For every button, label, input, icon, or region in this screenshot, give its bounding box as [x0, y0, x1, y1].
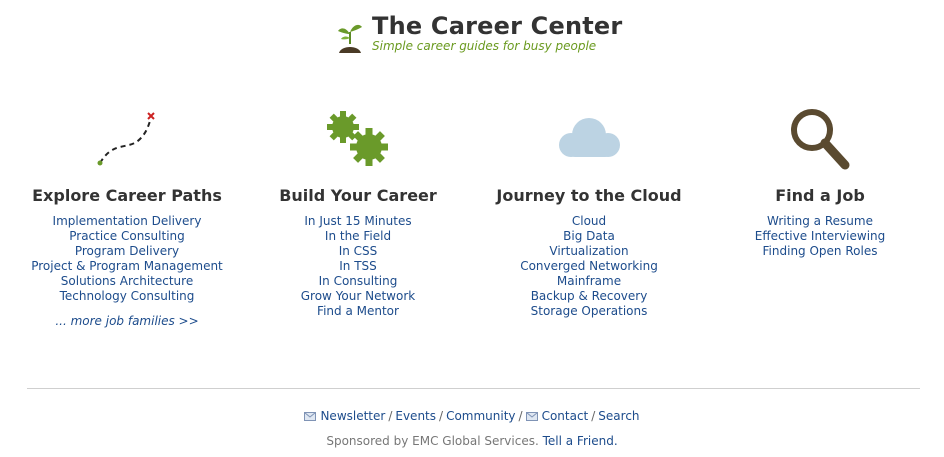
link-program-delivery[interactable]: Program Delivery [12, 244, 242, 259]
link-project-program-management[interactable]: Project & Program Management [12, 259, 242, 274]
link-list: Writing a Resume Effective Interviewing … [705, 214, 935, 259]
tell-a-friend-link[interactable]: Tell a Friend. [543, 434, 618, 448]
footer-link-newsletter[interactable]: Newsletter [320, 409, 385, 423]
footer-link-search[interactable]: Search [598, 409, 639, 423]
link-effective-interviewing[interactable]: Effective Interviewing [705, 229, 935, 244]
link-technology-consulting[interactable]: Technology Consulting [12, 289, 242, 304]
more-job-families-link[interactable]: ... more job families >> [12, 314, 242, 328]
column-explore-career-paths: Explore Career Paths Implementation Deli… [12, 100, 242, 328]
link-big-data[interactable]: Big Data [474, 229, 704, 244]
column-journey-to-the-cloud: Journey to the Cloud Cloud Big Data Virt… [474, 100, 704, 319]
dotted-path-icon [12, 100, 242, 178]
footer-nav: Newsletter / Events / Community / Contact / Sea… [0, 409, 944, 423]
gears-icon [243, 100, 473, 178]
link-find-a-mentor[interactable]: Find a Mentor [243, 304, 473, 319]
link-grow-your-network[interactable]: Grow Your Network [243, 289, 473, 304]
link-practice-consulting[interactable]: Practice Consulting [12, 229, 242, 244]
link-in-consulting[interactable]: In Consulting [243, 274, 473, 289]
link-solutions-architecture[interactable]: Solutions Architecture [12, 274, 242, 289]
link-mainframe[interactable]: Mainframe [474, 274, 704, 289]
column-build-your-career: Build Your Career In Just 15 Minutes In … [243, 100, 473, 319]
cloud-icon [474, 100, 704, 178]
column-heading: Find a Job [775, 186, 865, 205]
link-converged-networking[interactable]: Converged Networking [474, 259, 704, 274]
footer-separator: / [591, 409, 596, 423]
link-list: Implementation Delivery Practice Consult… [12, 214, 242, 304]
column-heading: Explore Career Paths [32, 186, 222, 205]
footer-link-community[interactable]: Community [446, 409, 515, 423]
sprout-logo-icon [338, 24, 362, 53]
link-finding-open-roles[interactable]: Finding Open Roles [705, 244, 935, 259]
footer-separator: / [388, 409, 393, 423]
link-in-css[interactable]: In CSS [243, 244, 473, 259]
column-heading: Build Your Career [279, 186, 437, 205]
footer-divider [27, 388, 920, 389]
link-list: Cloud Big Data Virtualization Converged … [474, 214, 704, 319]
link-list: In Just 15 Minutes In the Field In CSS I… [243, 214, 473, 319]
page-title: The Career Center [372, 12, 623, 40]
link-implementation-delivery[interactable]: Implementation Delivery [12, 214, 242, 229]
column-heading: Journey to the Cloud [496, 186, 682, 205]
link-cloud[interactable]: Cloud [474, 214, 704, 229]
magnifier-icon [705, 100, 935, 178]
footer-link-contact[interactable]: Contact [542, 409, 589, 423]
footer-link-events[interactable]: Events [395, 409, 436, 423]
link-in-the-field[interactable]: In the Field [243, 229, 473, 244]
link-writing-a-resume[interactable]: Writing a Resume [705, 214, 935, 229]
sponsor-text: Sponsored by EMC Global Services. [326, 434, 539, 448]
link-in-tss[interactable]: In TSS [243, 259, 473, 274]
link-in-just-15-minutes[interactable]: In Just 15 Minutes [243, 214, 473, 229]
newsletter-mail-icon [304, 412, 317, 421]
link-storage-operations[interactable]: Storage Operations [474, 304, 704, 319]
sponsor-line: Sponsored by EMC Global Services. Tell a… [0, 434, 944, 448]
link-virtualization[interactable]: Virtualization [474, 244, 704, 259]
column-find-a-job: Find a Job Writing a Resume Effective In… [705, 100, 935, 259]
link-backup-recovery[interactable]: Backup & Recovery [474, 289, 704, 304]
footer-separator: / [439, 409, 444, 423]
footer-separator: / [518, 409, 523, 423]
header: The Career Center Simple career guides f… [0, 8, 944, 58]
tagline: Simple career guides for busy people [372, 39, 597, 53]
contact-mail-icon [525, 412, 538, 421]
